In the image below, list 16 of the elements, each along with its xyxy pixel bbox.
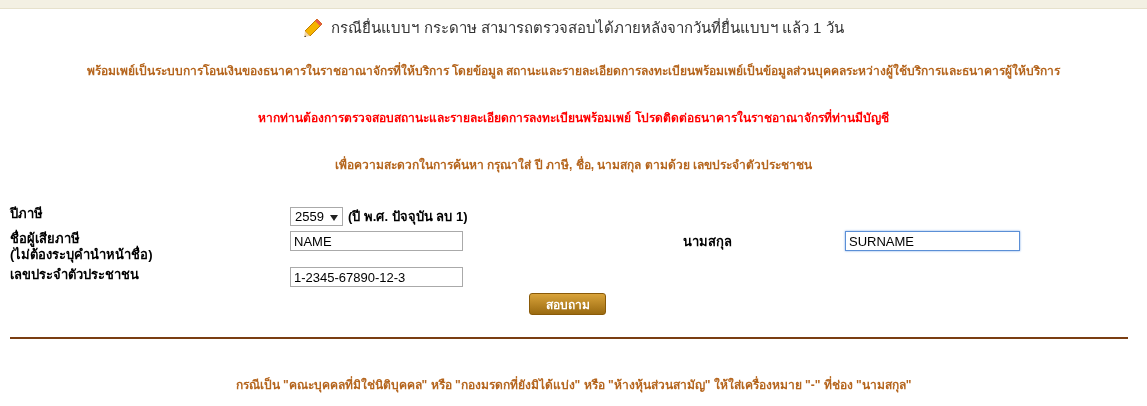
info-message: เพื่อความสะดวกในการค้นหา กรุณาใส่ ปี ภาษี, ชื่อ, นามสกุล ตามด้วย เลขประจำตัวประชาชน bbox=[334, 155, 813, 174]
field-label: ชื่อผู้เสียภาษี bbox=[10, 231, 80, 247]
field-label: เลขประจำตัวประชาชน bbox=[10, 267, 140, 283]
field-label: ปีภาษี bbox=[10, 206, 44, 222]
pencil-icon bbox=[303, 18, 324, 38]
text-field[interactable]: 1-2345-67890-12-3 bbox=[290, 267, 463, 287]
text-field[interactable]: NAME bbox=[290, 231, 463, 251]
year-dropdown[interactable]: 2559 bbox=[290, 207, 343, 226]
footnote-text: กรณีเป็น "คณะบุคคลที่มิใช่นิติบุคคล" หรือ "กองมรดกที่ยังมิได้แบ่ง" หรือ "ห้างหุ้นส่วนสามัญ" ให้ใส่เครื่องหมาย "-" ที่ช่อง "นามสกุล" bbox=[234, 375, 913, 394]
info-message: พร้อมเพย์เป็นระบบการโอนเงินของธนาคารในราชอาณาจักรที่ให้บริการ โดยข้อมูล สถานะและรายละเอียดการลงทะเบียนพร้อมเพย์เป็นข้อมูลส่วนบุคคลระหว่างผู้ใช้บริการและธนาคารผู้ให้บริการ bbox=[85, 61, 1062, 80]
field-label: นามสกุล bbox=[683, 233, 733, 250]
info-message: หากท่านต้องการตรวจสอบสถานะและรายละเอียดการลงทะเบียนพร้อมเพย์ โปรดติดต่อธนาคารในราชอาณาจักรที่ท่านมีบัญชี bbox=[257, 108, 890, 127]
text-field[interactable]: SURNAME bbox=[845, 231, 1020, 251]
field-sublabel: (ไม่ต้องระบุคำนำหน้าชื่อ) bbox=[10, 247, 154, 263]
notice-text: กรณียื่นแบบฯ กระดาษ สามารถตรวจสอบได้ภายหลังจากวันที่ยื่นแบบฯ แล้ว 1 วัน bbox=[331, 17, 844, 38]
field-hint: (ปี พ.ศ. ปัจจุบัน ลบ 1) bbox=[347, 208, 468, 227]
